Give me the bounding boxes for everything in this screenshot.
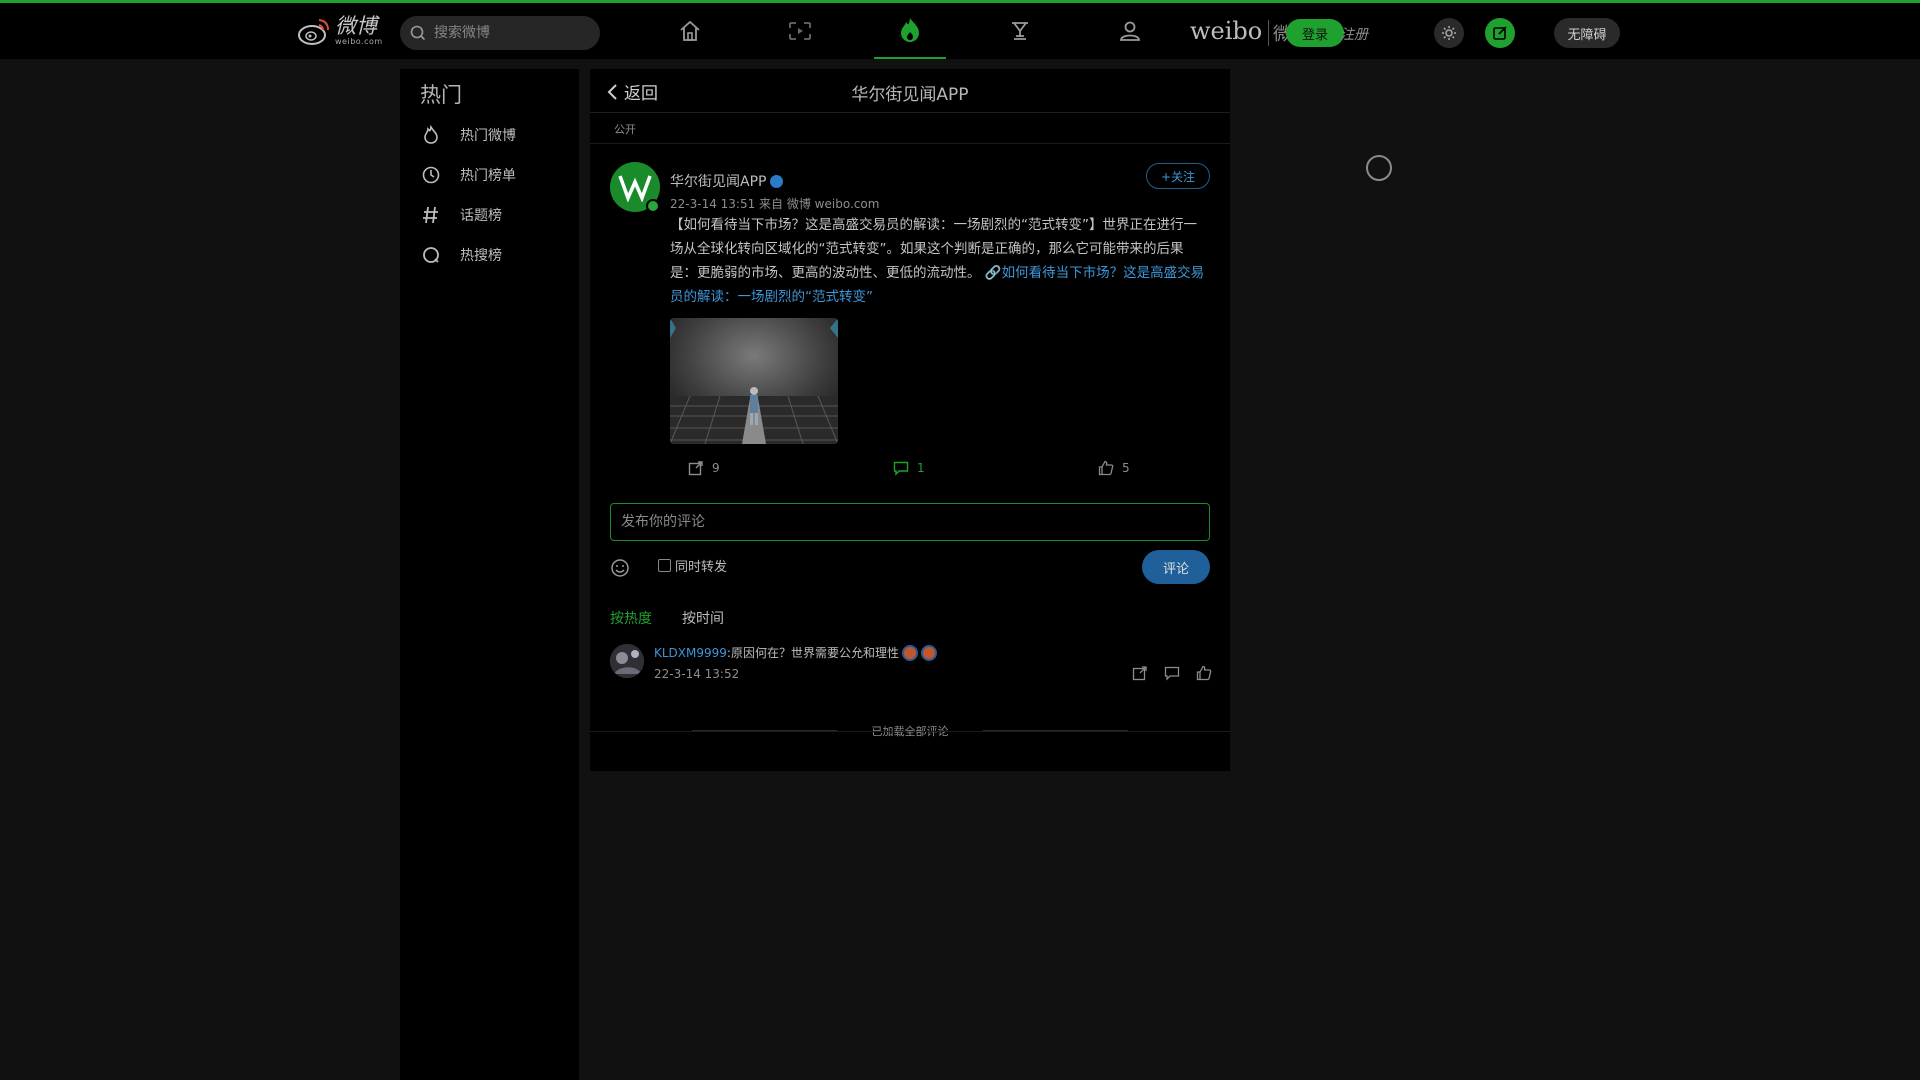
comment-username[interactable]: KLDXM9999 — [654, 646, 727, 660]
wallstreetcn-logo-icon — [618, 175, 652, 202]
commenter-avatar-image — [610, 644, 644, 678]
search-input[interactable] — [432, 24, 582, 42]
verified-icon — [770, 174, 784, 188]
nav-trophy[interactable] — [984, 3, 1056, 59]
visibility-label: 公开 — [614, 123, 636, 136]
comment-button[interactable]: 1 — [893, 460, 925, 476]
verified-badge — [646, 199, 660, 213]
nav-home[interactable] — [654, 3, 726, 59]
home-icon — [680, 20, 700, 41]
comment-count: 1 — [917, 461, 925, 475]
emoji-icon[interactable] — [610, 558, 630, 578]
sidebar-item-topics[interactable]: 话题榜 — [420, 201, 502, 229]
tab-sort-by-time[interactable]: 按时间 — [682, 608, 724, 628]
comment-icon[interactable] — [1164, 665, 1180, 681]
comment-text: KLDXM9999 :原因何在？世界需要公允和理性 — [654, 644, 937, 661]
post-meta: 22-3-14 13:51 来自 微博 weibo.com — [670, 197, 880, 211]
sidebar-item-label: 热搜榜 — [460, 248, 502, 264]
repost-count: 9 — [712, 461, 720, 475]
nav-hot[interactable] — [874, 3, 946, 59]
repost-button[interactable]: 9 — [688, 460, 720, 476]
checkbox[interactable] — [658, 559, 671, 572]
edit-icon — [1493, 26, 1507, 40]
share-icon — [688, 461, 703, 476]
settings-button[interactable] — [1434, 18, 1464, 48]
thumbs-up-icon[interactable] — [1196, 665, 1212, 681]
nav-profile[interactable] — [1094, 3, 1166, 59]
sidebar-item-label: 话题榜 — [460, 208, 502, 224]
hashtag-icon — [420, 204, 442, 226]
video-icon — [789, 22, 811, 40]
post-detail-card: 返回 华尔街见闻APP 公开 华尔街见闻APP 22-3-14 13:51 来自… — [590, 69, 1230, 771]
fire-icon — [901, 18, 919, 42]
logo-domain: weibo.com — [335, 37, 383, 46]
author-name[interactable]: 华尔街见闻APP — [670, 171, 784, 191]
author-name-text: 华尔街见闻APP — [670, 174, 767, 190]
register-link[interactable]: 注册 — [1340, 24, 1368, 44]
like-button[interactable]: 5 — [1098, 460, 1130, 476]
search-icon — [410, 25, 426, 41]
comment-body: :原因何在？世界需要公允和理性 — [726, 646, 899, 660]
user-icon — [1120, 21, 1140, 41]
like-count: 5 — [1122, 461, 1130, 475]
sidebar-item-hot-list[interactable]: 热门榜单 — [420, 161, 516, 189]
post-header: 返回 华尔街见闻APP — [590, 69, 1230, 113]
search-box[interactable] — [400, 16, 600, 50]
left-sidebar: 热门 热门微博 热门榜单 话题榜 热搜榜 — [400, 69, 579, 1080]
sidebar-item-hot-search[interactable]: 热搜榜 — [420, 241, 502, 269]
trophy-icon — [1012, 22, 1028, 40]
weibo-brand: weibo — [1190, 17, 1263, 45]
post-image[interactable] — [670, 318, 838, 444]
compose-button[interactable] — [1485, 18, 1515, 48]
sidebar-title: 热门 — [420, 83, 462, 107]
divider — [590, 143, 1230, 144]
sidebar-item-hot-weibo[interactable]: 热门微博 — [420, 121, 516, 149]
also-repost-label: 同时转发 — [675, 560, 728, 575]
divider — [590, 731, 1230, 732]
fire-icon — [420, 124, 442, 146]
emoji-icon — [901, 644, 918, 661]
top-bar: 微博 weibo.com 搜索微博 weibo 登录 注册 无障碍 — [0, 0, 1920, 59]
comment-time: 22-3-14 13:52 — [654, 667, 740, 681]
thumbs-up-icon — [1098, 460, 1114, 476]
gear-icon — [1442, 26, 1456, 40]
comment-input[interactable] — [611, 504, 1209, 540]
post-text: 【如何看待当下市场？这是高盛交易员的解读：一场剧烈的“范式转变”】世界正在进行一… — [670, 213, 1210, 309]
sidebar-item-label: 热门榜单 — [460, 168, 516, 184]
nav-video[interactable] — [764, 3, 836, 59]
weibo-logo[interactable]: 微博 weibo.com — [297, 13, 387, 49]
page-title: 华尔街见闻APP — [851, 85, 969, 105]
emoji-icon — [920, 644, 937, 661]
logo-text: 微博 — [335, 14, 377, 38]
share-icon[interactable] — [1132, 665, 1148, 681]
login-button[interactable]: 登录 — [1286, 19, 1344, 47]
commenter-avatar[interactable] — [610, 644, 644, 678]
search-icon — [420, 244, 442, 266]
post-image-graphic — [670, 318, 838, 444]
link-icon: 🔗 — [984, 265, 1002, 281]
follow-button[interactable]: +关注 — [1146, 163, 1210, 189]
loading-spinner-icon — [1366, 155, 1392, 181]
tab-sort-by-hot[interactable]: 按热度 — [610, 608, 652, 628]
accessibility-button[interactable]: 无障碍 — [1554, 18, 1620, 48]
also-repost-checkbox[interactable]: 同时转发 — [658, 556, 727, 575]
comment-input-box[interactable] — [610, 503, 1210, 541]
weibo-logo-icon — [298, 19, 329, 45]
submit-comment-button[interactable]: 评论 — [1142, 550, 1210, 584]
comment-icon — [893, 461, 909, 476]
clock-icon — [420, 164, 442, 186]
sidebar-item-label: 热门微博 — [460, 128, 516, 144]
